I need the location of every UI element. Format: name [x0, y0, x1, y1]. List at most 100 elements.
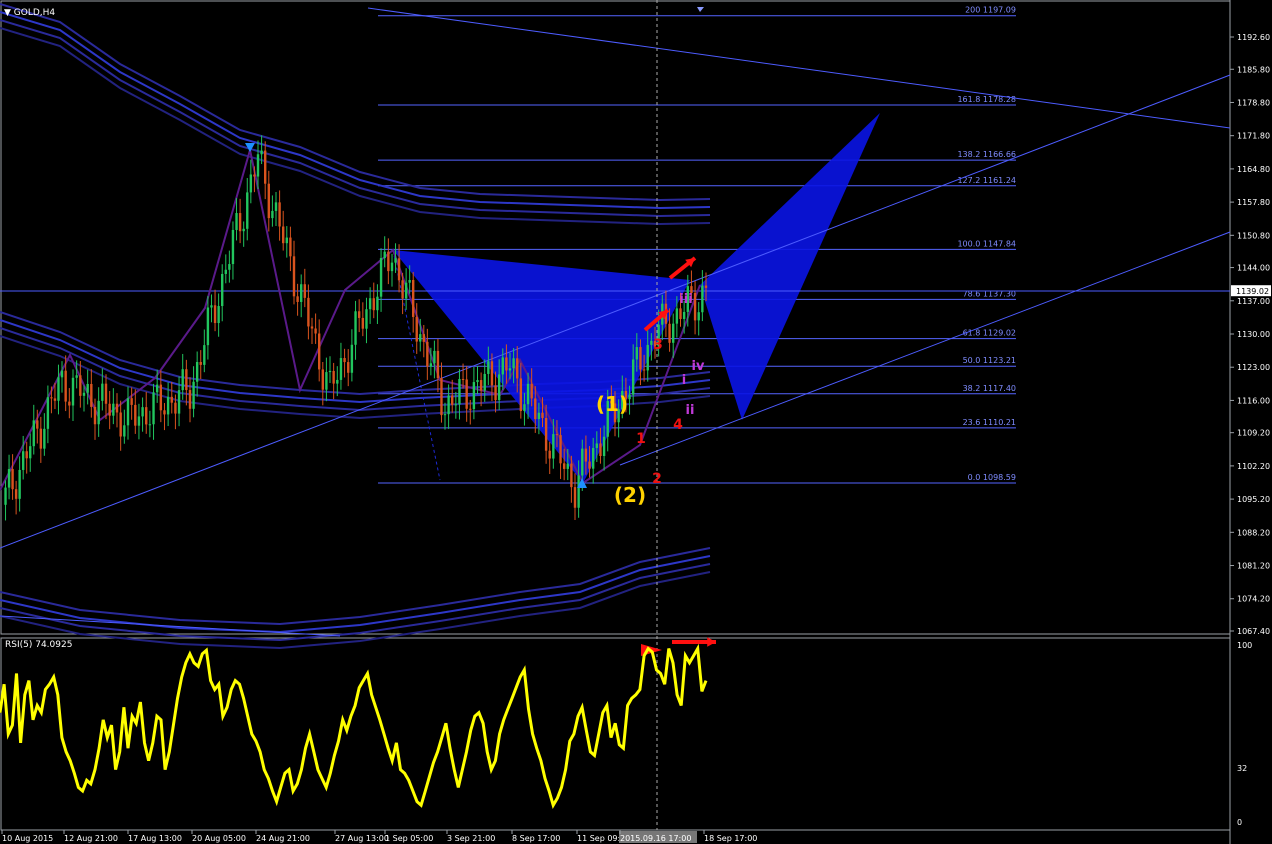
fib-level-label: 161.8 1178.28 [957, 95, 1016, 104]
price-axis-label: 1067.40 [1237, 627, 1270, 636]
scroll-marker-icon [697, 7, 704, 12]
candle-body [119, 412, 122, 437]
candle-body [401, 280, 404, 299]
candle-body [461, 379, 465, 381]
candle-body [433, 350, 436, 364]
wave-2-paren-label: (2) [614, 483, 646, 507]
candle-body [505, 357, 508, 371]
candle-body [490, 361, 494, 386]
fib-level-label: 61.8 1129.02 [963, 329, 1016, 338]
rsi-scale-label: 32 [1237, 764, 1247, 773]
candle-body [376, 296, 379, 311]
candle-body [21, 451, 25, 470]
candle-body [321, 369, 324, 390]
upper-band-line [0, 19, 711, 218]
price-axis-label: 1164.80 [1237, 165, 1270, 174]
symbol-label[interactable]: ▼ GOLD,H4 [4, 8, 55, 18]
dropdown-arrow-icon[interactable]: ▼ [4, 8, 11, 18]
candle-body [476, 380, 479, 383]
candle-body [93, 406, 97, 425]
candle-body [235, 213, 238, 230]
upper-band-line [0, 27, 711, 226]
candle-body [242, 228, 245, 232]
candle-body [289, 237, 292, 257]
candle-body [487, 361, 490, 374]
candle-body [260, 150, 263, 155]
rsi-label: RSI(5) 74.0925 [5, 640, 73, 650]
candle-body [701, 285, 704, 313]
candle-body [148, 424, 152, 426]
candle-body [108, 403, 111, 416]
candle-body [394, 258, 397, 263]
candle-body [271, 210, 274, 219]
candle-body [559, 435, 562, 464]
candle-body [390, 262, 394, 272]
candle-body [71, 377, 75, 406]
chart-window: 200 1197.09 161.8 1178.28 138.2 1166.66 127… [0, 0, 1272, 844]
fib-level-label: 200 1197.09 [965, 6, 1016, 15]
candle-body [451, 395, 454, 405]
price-axis-label: 1157.80 [1237, 198, 1270, 207]
candle-body [181, 369, 184, 391]
candle-body [82, 392, 86, 396]
lower-band-line [0, 547, 711, 626]
candle-body [39, 428, 43, 449]
price-axis-label: 1095.20 [1237, 495, 1270, 504]
candle-body [519, 378, 523, 412]
candle-body [339, 358, 343, 380]
candle-body [228, 264, 231, 270]
candle-body [588, 461, 591, 469]
wave-1-label: 1 [636, 431, 646, 447]
wave-iii-label: iii [679, 292, 692, 307]
candle-body [562, 463, 566, 469]
candle-body [155, 384, 159, 393]
candle-body [465, 379, 468, 409]
pattern-bcd-triangle [700, 113, 880, 420]
price-axis-label: 1123.00 [1237, 363, 1270, 372]
candle-body [599, 443, 602, 457]
candle-body [75, 375, 78, 378]
time-axis-label: 3 Sep 21:00 [447, 834, 495, 843]
candle-body [526, 383, 530, 405]
arrow-head [707, 637, 716, 647]
candle-body [50, 397, 53, 399]
candle-body [296, 296, 299, 302]
candle-body [530, 383, 533, 399]
candle-body [213, 305, 217, 324]
candle-body [697, 312, 700, 321]
price-chart[interactable]: 200 1197.09161.8 1178.28138.2 1166.66127… [0, 0, 1272, 844]
candle-body [163, 410, 166, 415]
candle-body [548, 450, 551, 459]
symbol-text: GOLD,H4 [13, 8, 56, 18]
rsi-scale-label: 100 [1237, 641, 1252, 650]
time-axis-label: 2015.09.16 17:00 [620, 834, 691, 843]
fib-level-label: 100.0 1147.84 [957, 239, 1016, 248]
candle-body [566, 463, 569, 469]
wave-ii-label: ii [686, 403, 695, 418]
candle-body [365, 309, 368, 329]
candle-body [581, 448, 584, 476]
candle-body [494, 385, 497, 401]
candle-body [195, 361, 199, 382]
candle-body [282, 226, 285, 244]
candle-body [145, 407, 148, 425]
time-axis-label: 20 Aug 05:00 [192, 834, 246, 843]
candle-body [544, 418, 548, 451]
candle-body [570, 463, 573, 488]
candle-body [523, 404, 526, 412]
candle-body [682, 311, 686, 319]
candle-body [628, 394, 631, 400]
time-axis-label: 10 Aug 2015 [2, 834, 53, 843]
candle-body [415, 316, 418, 342]
candle-body [357, 311, 361, 318]
candle-body [361, 317, 365, 329]
candle-body [584, 448, 588, 462]
candle-body [14, 489, 18, 499]
candle-body [508, 368, 512, 371]
candle-body [174, 402, 177, 414]
fib-level-label: 38.2 1117.40 [963, 384, 1016, 393]
upper-band-line [0, 11, 711, 210]
candle-body [152, 392, 155, 425]
candle-body [336, 379, 339, 384]
candle-body [668, 323, 671, 343]
